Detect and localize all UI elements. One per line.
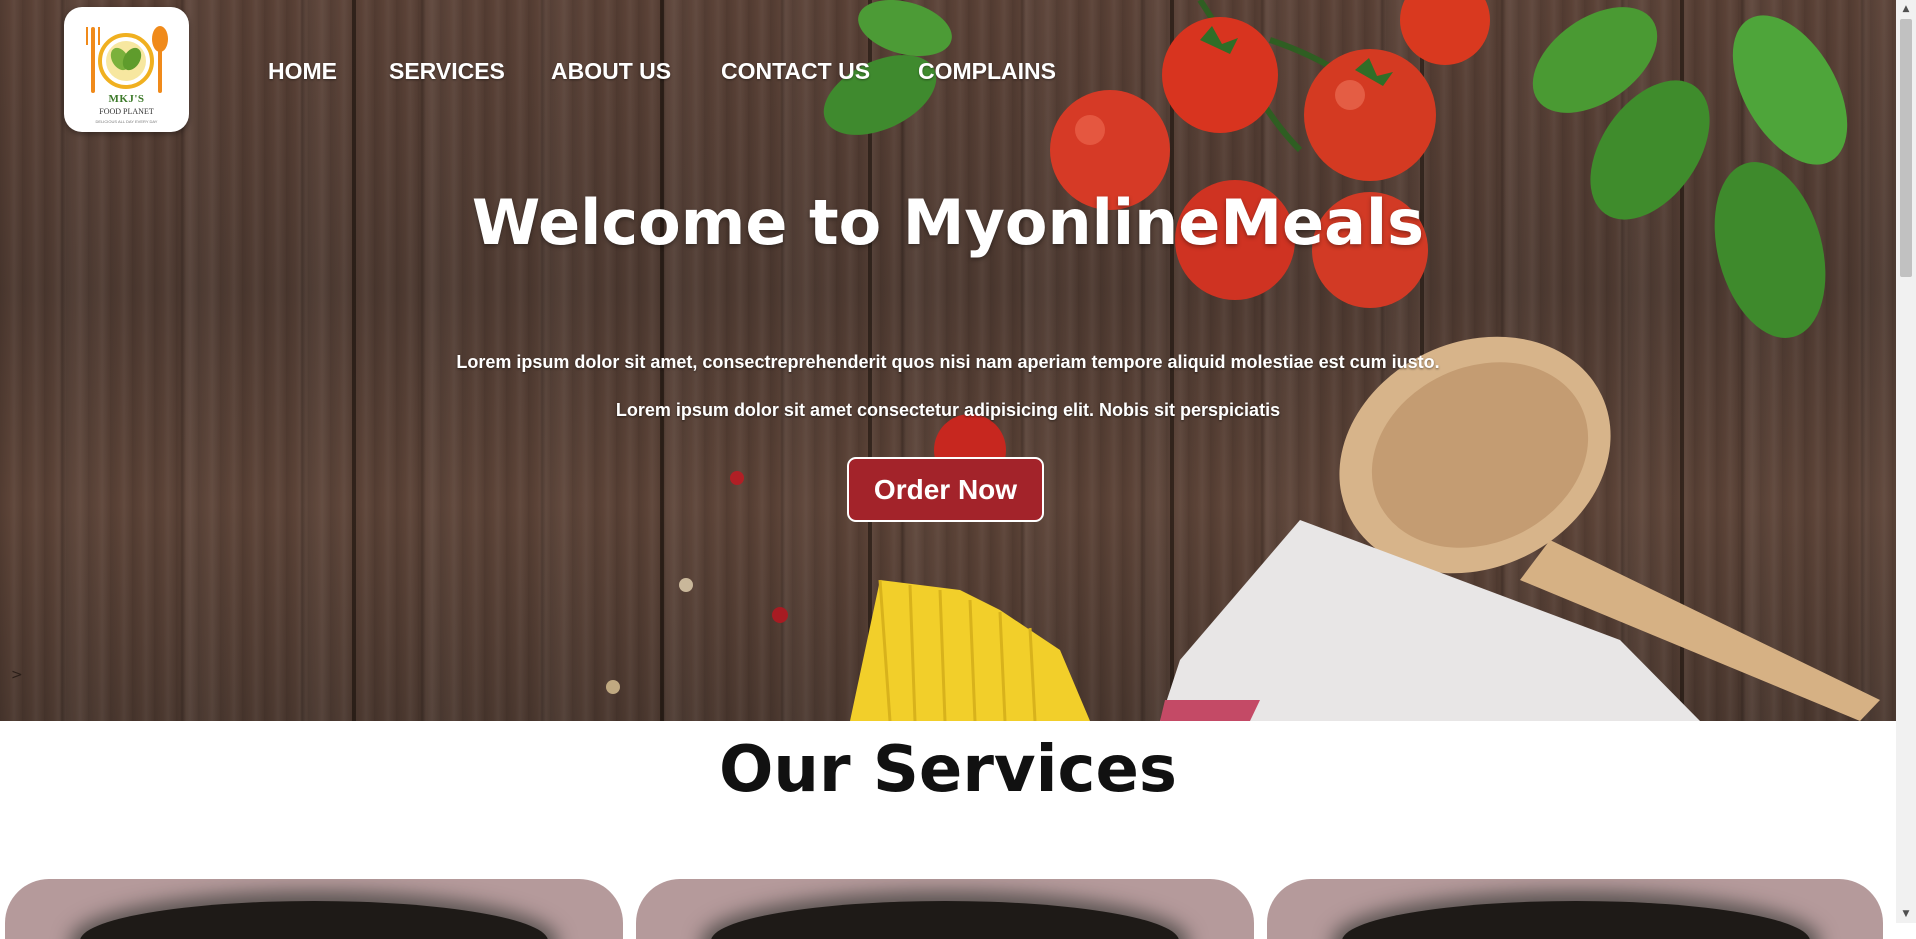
service-card-image bbox=[711, 901, 1179, 939]
triangle-down-icon[interactable]: ▼ bbox=[1896, 905, 1916, 923]
page-scrollbar[interactable]: ▲ ▼ bbox=[1896, 0, 1916, 923]
nav-services[interactable]: SERVICES bbox=[389, 58, 505, 85]
service-card[interactable] bbox=[636, 879, 1254, 939]
logo-brand-text: MKJ'S bbox=[108, 93, 145, 105]
logo-tagline-text: DELICIOUS ALL DAY EVERY DAY bbox=[95, 119, 158, 124]
logo-subtitle-text: FOOD PLANET bbox=[99, 107, 154, 116]
service-card[interactable] bbox=[5, 879, 623, 939]
nav-complains[interactable]: COMPLAINS bbox=[918, 58, 1056, 85]
hero-description-line-2: Lorem ipsum dolor sit amet consectetur a… bbox=[615, 400, 1281, 420]
hero-description-line-1: Lorem ipsum dolor sit amet, consectrepre… bbox=[456, 352, 1440, 372]
order-now-button[interactable]: Order Now bbox=[847, 457, 1044, 522]
nav-contact-us[interactable]: CONTACT US bbox=[721, 58, 870, 85]
site-logo[interactable]: MKJ'S FOOD PLANET DELICIOUS ALL DAY EVER… bbox=[64, 7, 189, 132]
scrollbar-thumb[interactable] bbox=[1900, 19, 1912, 277]
service-card-image bbox=[1342, 901, 1810, 939]
nav-home[interactable]: HOME bbox=[268, 58, 337, 85]
services-heading: Our Services bbox=[719, 733, 1177, 807]
service-card[interactable] bbox=[1267, 879, 1883, 939]
triangle-up-icon[interactable]: ▲ bbox=[1896, 0, 1916, 18]
slide-next-indicator[interactable]: > bbox=[11, 667, 23, 683]
hero-banner: MKJ'S FOOD PLANET DELICIOUS ALL DAY EVER… bbox=[0, 0, 1896, 721]
nav-about-us[interactable]: ABOUT US bbox=[551, 58, 671, 85]
service-card-image bbox=[80, 901, 548, 939]
hero-title: Welcome to MyonlineMeals bbox=[471, 186, 1425, 259]
